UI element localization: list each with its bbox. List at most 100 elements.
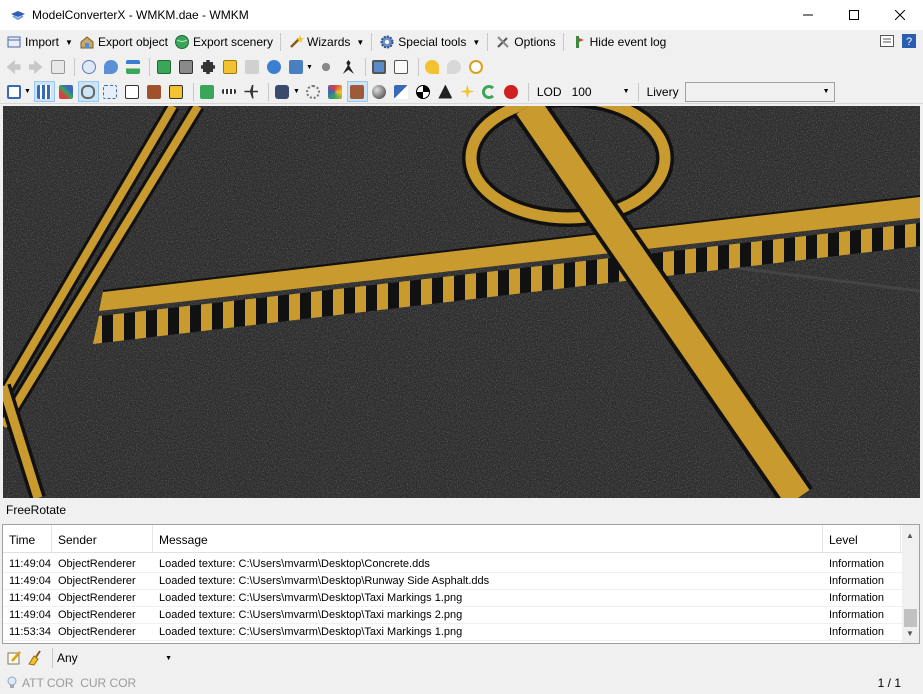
ground-button[interactable] — [198, 82, 217, 101]
scroll-down-icon[interactable]: ▼ — [906, 629, 914, 638]
column-header-time[interactable]: Time — [3, 525, 52, 552]
toolbar-separator — [364, 58, 366, 76]
nodes-button[interactable] — [317, 58, 336, 77]
maximize-icon — [849, 10, 859, 20]
aircraft-button[interactable] — [242, 82, 261, 101]
time-cell: 11:49:04 — [9, 592, 52, 604]
3d-viewport[interactable] — [3, 106, 920, 498]
attach-button[interactable] — [77, 81, 99, 102]
inspect-button[interactable] — [79, 58, 98, 77]
shadow-button[interactable] — [436, 82, 455, 101]
options-button[interactable]: Options — [492, 31, 558, 53]
back-button[interactable] — [4, 58, 23, 77]
wireframe-button[interactable] — [101, 82, 120, 101]
axes-icon — [59, 84, 74, 99]
checker-button[interactable] — [414, 82, 433, 101]
material-icon — [156, 60, 171, 74]
rotate-mode-label: FreeRotate — [6, 503, 67, 517]
wizards-menu[interactable]: Wizards ▼ — [285, 31, 367, 53]
table-row[interactable]: 11:49:04 ObjectRenderer Loaded texture: … — [3, 556, 919, 573]
scroll-up-icon[interactable]: ▲ — [906, 531, 914, 540]
world-icon — [266, 60, 281, 74]
pin-button[interactable] — [101, 58, 120, 77]
hide-event-log-button[interactable]: Hide event log — [568, 31, 670, 53]
clear-log-icon[interactable] — [26, 650, 42, 666]
texture-button[interactable] — [220, 58, 239, 77]
export-object-label: Export object — [97, 35, 168, 49]
level-filter-value: Any — [57, 651, 78, 665]
title-bar: ModelConverterX - WMKM.dae - WMKM — [0, 0, 923, 30]
refresh-icon — [482, 84, 497, 99]
scroll-thumb[interactable] — [904, 609, 917, 627]
chevron-down-icon[interactable]: ▼ — [306, 64, 313, 71]
log-view-icon[interactable] — [879, 33, 895, 49]
hierarchy-button[interactable] — [123, 58, 142, 77]
status-bar: ATT COR CUR COR 1 / 1 — [0, 671, 923, 694]
runway-icon — [222, 89, 237, 94]
report-button[interactable] — [392, 58, 411, 77]
lighting-button[interactable] — [458, 82, 477, 101]
undo-button[interactable] — [423, 58, 442, 77]
close-button[interactable] — [877, 0, 923, 30]
menu-separator — [371, 33, 373, 51]
column-header-sender[interactable]: Sender — [52, 525, 153, 552]
log-scrollbar[interactable]: ▲ ▼ — [902, 525, 919, 643]
lod-select[interactable]: 100 ▼ — [568, 82, 634, 102]
help-icon[interactable]: ? — [901, 33, 917, 49]
column-header-level[interactable]: Level — [823, 525, 901, 552]
runway-button[interactable] — [220, 82, 239, 101]
table-row[interactable]: 11:53:34 ObjectRenderer Loaded texture: … — [3, 624, 919, 641]
grid-button[interactable] — [33, 81, 55, 102]
settings-button[interactable] — [304, 82, 323, 101]
normals-button[interactable] — [392, 82, 411, 101]
minimize-button[interactable] — [785, 0, 831, 30]
camera-icon — [275, 84, 290, 99]
axes-button[interactable] — [57, 82, 76, 101]
level-filter-select[interactable]: Any ▼ — [52, 648, 176, 668]
camera-view-button[interactable] — [286, 58, 305, 77]
textures-button[interactable] — [145, 82, 164, 101]
sphere-button[interactable] — [370, 82, 389, 101]
texture-display-button[interactable] — [346, 81, 368, 102]
table-row[interactable]: 11:49:04 ObjectRenderer Loaded texture: … — [3, 573, 919, 590]
timer-button[interactable] — [467, 58, 486, 77]
image-tool-button[interactable] — [176, 58, 195, 77]
import-menu[interactable]: Import ▼ — [3, 31, 76, 53]
aircraft-icon — [244, 84, 259, 99]
column-header-message[interactable]: Message — [153, 525, 823, 552]
forward-button[interactable] — [26, 58, 45, 77]
livery-label: Livery — [646, 84, 679, 99]
camera-view-icon — [288, 60, 303, 74]
animation-button[interactable] — [198, 58, 217, 77]
livery-select[interactable]: ▼ — [684, 81, 835, 102]
export-object-button[interactable]: Export object — [76, 31, 171, 53]
toolbar-separator — [417, 58, 419, 76]
picture-button[interactable] — [370, 58, 389, 77]
chevron-down-icon[interactable]: ▼ — [24, 88, 31, 95]
world-button[interactable] — [264, 58, 283, 77]
window-title: ModelConverterX - WMKM.dae - WMKM — [32, 8, 249, 22]
zoom-extents-button[interactable] — [4, 82, 23, 101]
chevron-down-icon[interactable]: ▼ — [293, 88, 300, 95]
material-editor-button[interactable] — [154, 58, 173, 77]
camera-button[interactable] — [273, 82, 292, 101]
edit-note-icon[interactable] — [6, 650, 22, 666]
table-row[interactable]: 11:49:04 ObjectRenderer Loaded texture: … — [3, 607, 919, 624]
material-color-button[interactable] — [167, 82, 186, 101]
table-row[interactable]: 11:49:04 ObjectRenderer Loaded texture: … — [3, 590, 919, 607]
bounding-box-button[interactable] — [123, 82, 142, 101]
report-icon — [394, 60, 409, 74]
maximize-button[interactable] — [831, 0, 877, 30]
time-cell: 11:49:04 — [9, 558, 52, 570]
figure-button[interactable] — [339, 58, 358, 77]
arrow-right-icon — [28, 60, 43, 74]
teapot-button[interactable] — [502, 82, 521, 101]
options-label: Options — [514, 35, 556, 49]
refresh-button[interactable] — [480, 82, 499, 101]
redo-button[interactable] — [445, 58, 464, 77]
colors-button[interactable] — [326, 82, 345, 101]
special-tools-menu[interactable]: Special tools ▼ — [376, 31, 483, 53]
document-button[interactable] — [48, 58, 67, 77]
disabled-tool-button[interactable] — [242, 58, 261, 77]
export-scenery-button[interactable]: Export scenery — [171, 31, 276, 53]
